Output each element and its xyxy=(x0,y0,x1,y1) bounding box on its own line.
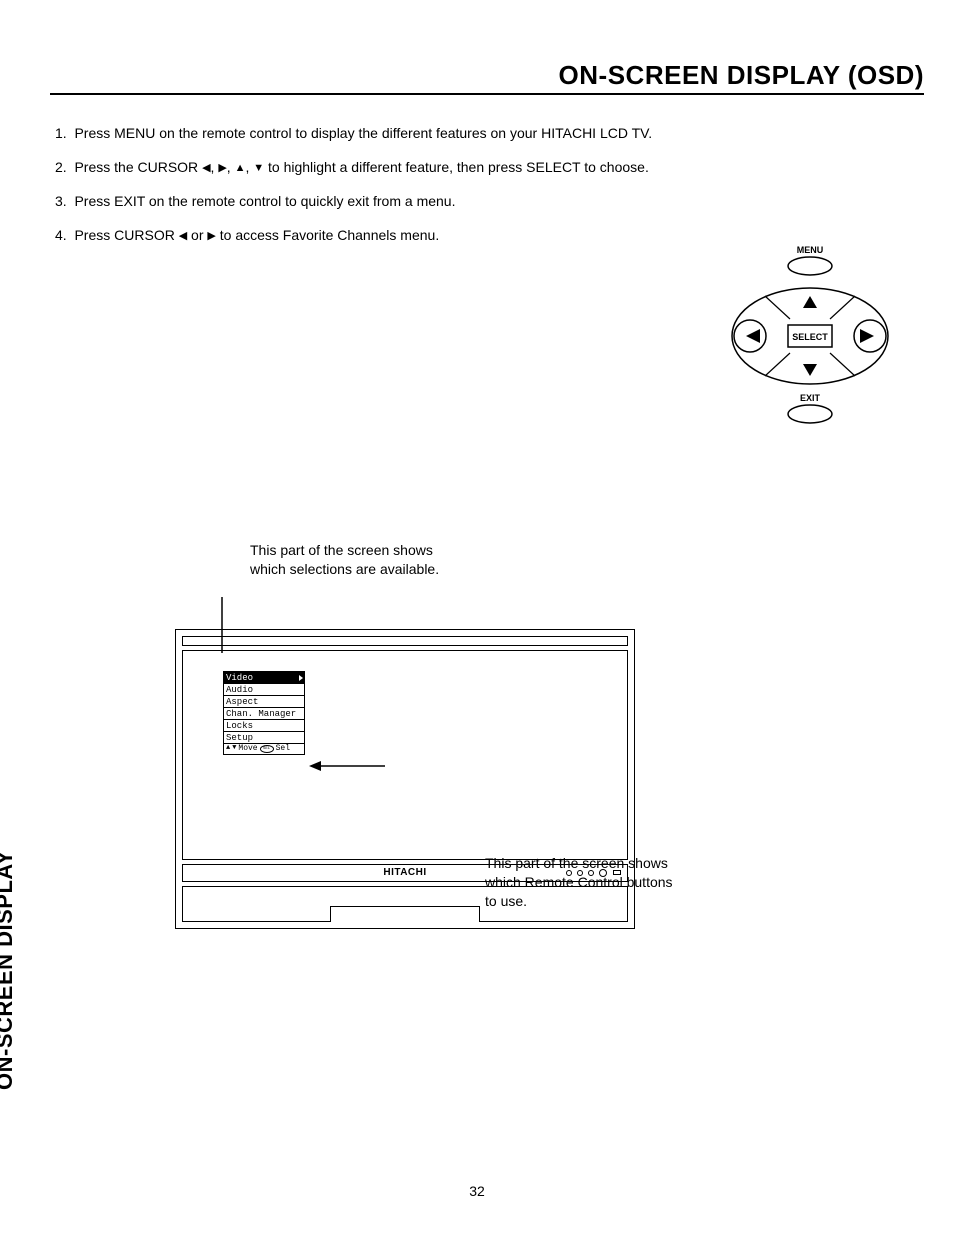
instruction-text: Press EXIT on the remote control to quic… xyxy=(74,193,455,209)
osd-menu: Video Audio Aspect Chan. Manager Locks S… xyxy=(223,671,613,755)
instruction-number: 4. xyxy=(55,227,67,243)
menu-button-icon xyxy=(788,257,832,275)
down-arrow-icon: ▼ xyxy=(253,162,264,174)
right-arrow-icon: ▶ xyxy=(218,161,226,174)
remote-control-diagram: MENU SELECT EXIT xyxy=(710,241,910,441)
tv-stand xyxy=(330,906,480,922)
pointer-arrow-left-icon xyxy=(307,759,387,773)
annotation-right: This part of the screen shows which Remo… xyxy=(485,854,715,911)
exit-button-icon xyxy=(788,405,832,423)
tv-diagram: This part of the screen shows which sele… xyxy=(145,541,785,929)
instruction-2: 2. Press the CURSOR ◀, ▶, ▲, ▼ to highli… xyxy=(55,159,924,175)
page-number: 32 xyxy=(469,1183,485,1199)
side-tab: ON-SCREEN DISPLAY xyxy=(0,850,18,1090)
instruction-number: 1. xyxy=(55,125,67,141)
annotation-top: This part of the screen shows which sele… xyxy=(250,541,785,579)
right-arrow-icon xyxy=(860,329,874,343)
hint-move-label: Move xyxy=(238,743,257,754)
instruction-text: Press the CURSOR ◀, ▶, ▲, ▼ to highlight… xyxy=(74,159,648,175)
select-label: SELECT xyxy=(792,332,828,342)
hint-up-icon: ▲ xyxy=(226,745,230,752)
osd-menu-item-setup: Setup xyxy=(223,731,305,744)
up-arrow-icon: ▲ xyxy=(235,162,246,174)
tv-top-bar xyxy=(182,636,628,646)
instruction-number: 3. xyxy=(55,193,67,209)
instruction-text: Press CURSOR ◀ or ▶ to access Favorite C… xyxy=(74,227,439,243)
left-arrow-icon: ◀ xyxy=(179,229,187,242)
left-arrow-icon: ◀ xyxy=(202,161,210,174)
menu-label: MENU xyxy=(797,245,824,255)
hint-sel-button-icon: SEL xyxy=(260,745,274,753)
instructions-list: 1. Press MENU on the remote control to d… xyxy=(55,125,924,243)
instruction-3: 3. Press EXIT on the remote control to q… xyxy=(55,193,924,209)
instruction-1: 1. Press MENU on the remote control to d… xyxy=(55,125,924,141)
page-title: ON-SCREEN DISPLAY (OSD) xyxy=(50,60,924,95)
exit-label: EXIT xyxy=(800,393,821,403)
instruction-number: 2. xyxy=(55,159,67,175)
tv-brand-logo: HITACHI xyxy=(383,867,426,878)
down-arrow-icon xyxy=(803,364,817,376)
pointer-arrow-down-icon xyxy=(215,597,229,653)
hint-down-icon: ▼ xyxy=(232,745,236,752)
hint-sel-label: Sel xyxy=(276,743,290,754)
right-arrow-icon: ▶ xyxy=(207,229,215,242)
osd-hint-bar: ▲▼ Move SEL Sel xyxy=(223,743,305,755)
up-arrow-icon xyxy=(803,296,817,308)
instruction-text: Press MENU on the remote control to disp… xyxy=(74,125,652,141)
left-arrow-icon xyxy=(746,329,760,343)
tv-screen: Video Audio Aspect Chan. Manager Locks S… xyxy=(182,650,628,860)
